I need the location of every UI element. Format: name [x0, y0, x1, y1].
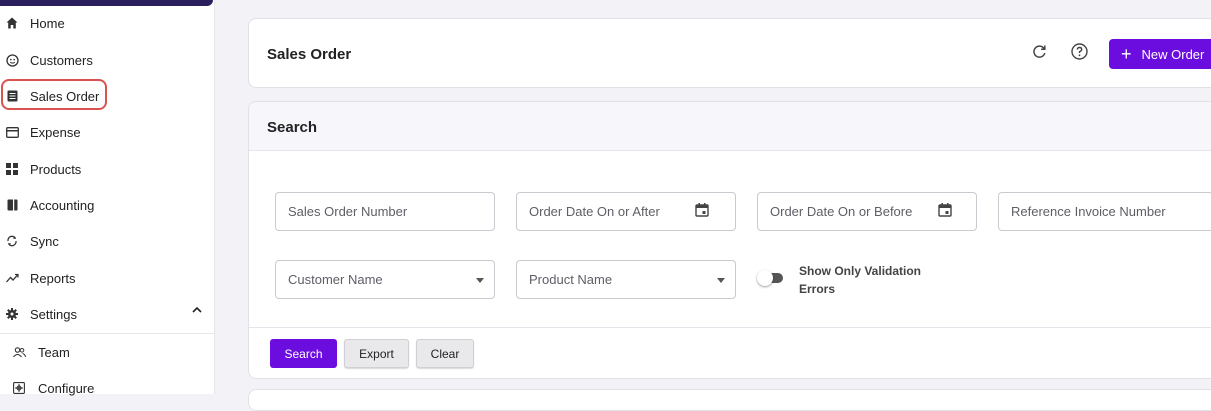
- order-date-after-placeholder: Order Date On or After: [529, 204, 660, 219]
- sidebar: Home Customers Sales Order Expense Produ…: [0, 0, 215, 396]
- calendar-icon[interactable]: [938, 203, 952, 217]
- sidebar-item-label: Products: [30, 161, 82, 177]
- sidebar-item-settings[interactable]: Settings: [0, 296, 214, 332]
- sidebar-item-label: Expense: [30, 124, 81, 140]
- order-date-before-placeholder: Order Date On or Before: [770, 204, 913, 219]
- home-icon: [5, 16, 19, 30]
- sidebar-item-label: Home: [30, 15, 65, 31]
- reports-icon: [5, 271, 19, 285]
- sidebar-item-label: Accounting: [30, 197, 95, 213]
- reference-invoice-placeholder: Reference Invoice Number: [1011, 204, 1166, 219]
- refresh-icon[interactable]: [1029, 41, 1049, 61]
- sidebar-item-sync[interactable]: Sync: [0, 223, 214, 259]
- sidebar-item-team[interactable]: Team: [0, 334, 214, 370]
- export-button[interactable]: Export: [344, 339, 409, 368]
- selection-highlight: [1, 79, 107, 110]
- expense-icon: [5, 125, 19, 139]
- sidebar-item-customers[interactable]: Customers: [0, 42, 214, 78]
- page-title: Sales Order: [267, 46, 352, 63]
- sidebar-item-products[interactable]: Products: [0, 151, 214, 187]
- product-name-placeholder: Product Name: [529, 272, 613, 287]
- configure-icon: [12, 381, 26, 395]
- toggle-knob: [757, 270, 773, 286]
- sales-order-number-input[interactable]: Sales Order Number: [275, 192, 495, 231]
- search-title: Search: [267, 119, 318, 136]
- customers-icon: [5, 53, 19, 67]
- help-icon[interactable]: [1069, 41, 1089, 61]
- new-order-label: New Order: [1141, 46, 1205, 62]
- sync-icon: [5, 234, 19, 248]
- order-date-before-input[interactable]: Order Date On or Before: [757, 192, 977, 231]
- sidebar-item-reports[interactable]: Reports: [0, 260, 214, 296]
- dropdown-caret-icon: [476, 278, 484, 283]
- order-date-after-input[interactable]: Order Date On or After: [516, 192, 736, 231]
- customer-name-placeholder: Customer Name: [288, 272, 383, 287]
- clear-button[interactable]: Clear: [416, 339, 474, 368]
- customer-name-select[interactable]: Customer Name: [275, 260, 495, 299]
- sidebar-item-accounting[interactable]: Accounting: [0, 187, 214, 223]
- sidebar-item-home[interactable]: Home: [0, 5, 214, 41]
- products-icon: [5, 162, 19, 176]
- plus-icon: +: [1121, 44, 1132, 64]
- new-order-button[interactable]: + New Order: [1109, 39, 1211, 69]
- search-footer-divider: [249, 327, 1211, 328]
- validation-errors-label: Show Only Validation Errors: [799, 264, 922, 296]
- reference-invoice-number-input[interactable]: Reference Invoice Number: [998, 192, 1211, 231]
- sidebar-item-expense[interactable]: Expense: [0, 114, 214, 150]
- sidebar-item-configure[interactable]: Configure: [0, 370, 214, 406]
- search-button[interactable]: Search: [270, 339, 337, 368]
- search-card: Search Sales Order Number Order Date On …: [248, 101, 1211, 379]
- chevron-up-icon[interactable]: [192, 306, 202, 313]
- sidebar-item-label: Customers: [30, 52, 93, 68]
- page-header-card: Sales Order + New Order: [248, 18, 1211, 88]
- sales-order-number-placeholder: Sales Order Number: [288, 204, 408, 219]
- calendar-icon[interactable]: [695, 203, 709, 217]
- dropdown-caret-icon: [717, 278, 725, 283]
- accounting-icon: [5, 198, 19, 212]
- sidebar-item-label: Settings: [30, 306, 77, 322]
- sidebar-item-label: Sync: [30, 233, 59, 249]
- sidebar-item-label: Configure: [38, 380, 95, 396]
- sidebar-item-label: Team: [38, 344, 70, 360]
- validation-errors-toggle[interactable]: [757, 270, 785, 286]
- search-header: Search: [249, 102, 1211, 151]
- results-card: [248, 389, 1211, 411]
- sidebar-item-label: Reports: [30, 270, 76, 286]
- product-name-select[interactable]: Product Name: [516, 260, 736, 299]
- settings-icon: [5, 307, 19, 321]
- team-icon: [12, 345, 26, 359]
